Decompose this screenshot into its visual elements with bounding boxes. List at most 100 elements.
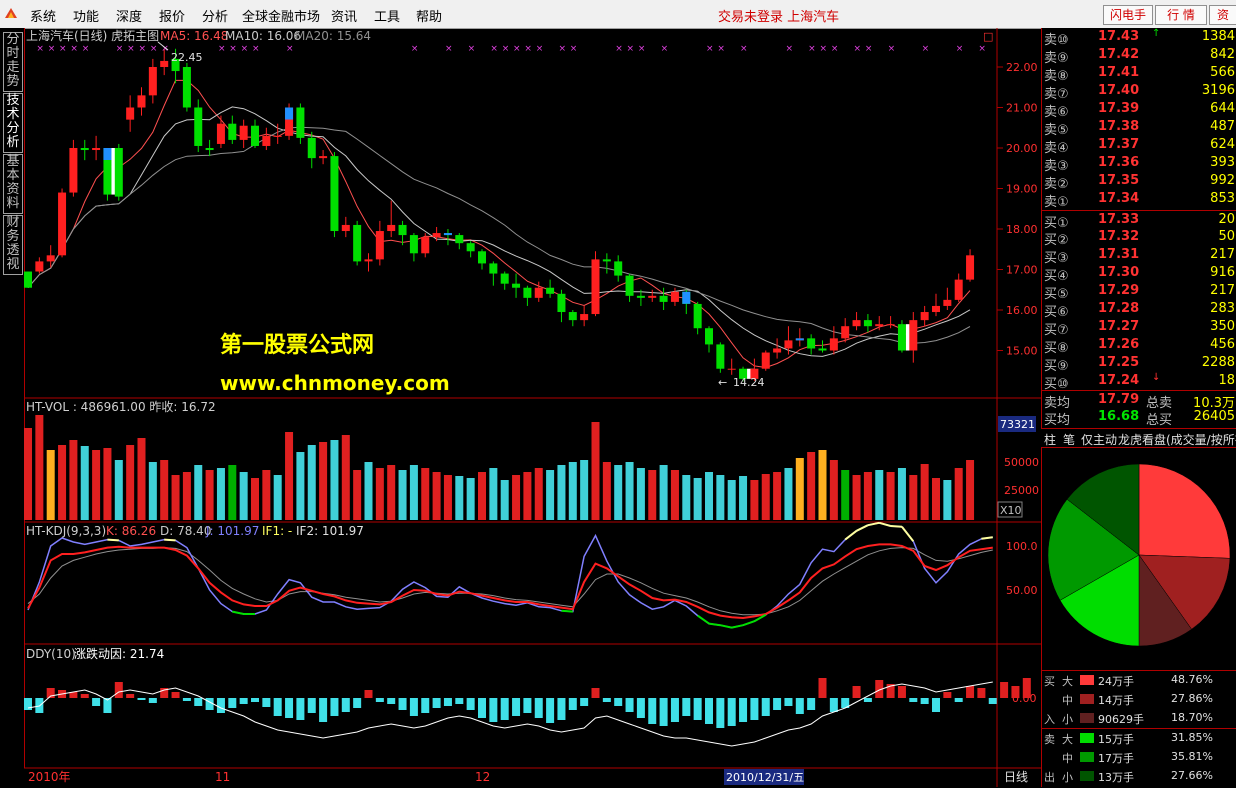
volume-bar <box>319 442 328 520</box>
candle-body <box>523 287 532 298</box>
flow-size-label: 小 <box>1062 713 1073 726</box>
ddy-bar <box>602 698 611 702</box>
ddy-bar <box>24 698 32 710</box>
candle-body <box>852 320 861 327</box>
volume-bar <box>160 460 169 520</box>
ddy-bar <box>909 698 918 702</box>
quote-button[interactable]: 行 情 <box>1155 5 1207 25</box>
buy-summary-row: 买均 16.68 总买 26405 <box>1042 408 1236 428</box>
login-status: 交易未登录 上海汽车 <box>718 10 840 25</box>
volume-tick-50000: 50000 <box>1004 456 1039 469</box>
candle-body <box>307 137 316 159</box>
ddy-bar <box>523 698 532 713</box>
menu-help[interactable]: 帮助 <box>416 6 442 25</box>
candle-body <box>24 271 32 288</box>
volume-bar <box>137 438 146 520</box>
candle-body <box>228 123 237 140</box>
price-tick-label: 18.00 <box>1006 223 1038 236</box>
signal-marker: × <box>956 44 964 54</box>
menu-news[interactable]: 资讯 <box>331 6 357 25</box>
buy-level-row[interactable]: 买⑨ 17.25 2288 <box>1042 354 1236 374</box>
menu-analysis[interactable]: 分析 <box>202 6 228 25</box>
kdj-j-extreme-segment <box>981 536 993 540</box>
ddy-bar <box>1000 682 1009 698</box>
sell-level-row[interactable]: 卖⑦ 17.40 3196 <box>1042 82 1236 102</box>
candle-body <box>148 67 157 96</box>
ddy-bar <box>455 698 464 704</box>
volume-bar <box>387 465 396 520</box>
sell-level-row[interactable]: 卖⑩ 17.43 ↑ 1384 <box>1042 28 1236 48</box>
buy-level-row[interactable]: 买④ 17.30 916 <box>1042 264 1236 284</box>
tab-active-only[interactable]: 仅主动 <box>1081 431 1117 448</box>
sell-level-row[interactable]: 卖① 17.34 853 <box>1042 190 1236 210</box>
buy-level-row[interactable]: 买⑤ 17.29 217 <box>1042 282 1236 302</box>
volume-bar <box>523 472 532 520</box>
flash-trade-button[interactable]: 闪电手 <box>1103 5 1153 25</box>
menu-quote[interactable]: 报价 <box>159 6 185 25</box>
sell-level-row[interactable]: 卖⑥ 17.39 644 <box>1042 100 1236 120</box>
volume-bar <box>375 468 384 520</box>
candle-body <box>920 312 929 321</box>
moving-average-lines <box>27 79 971 369</box>
chart-corner-button[interactable]: □ <box>983 30 993 43</box>
sell-level-row[interactable]: 卖⑨ 17.42 842 <box>1042 46 1236 66</box>
signal-marker: × <box>978 44 986 54</box>
menu-system[interactable]: 系统 <box>30 6 56 25</box>
tab-bar[interactable]: 柱 <box>1044 431 1056 448</box>
buy-level-row[interactable]: 买⑩ 17.24 ↓ 18 <box>1042 372 1236 392</box>
volume-bar <box>920 464 929 520</box>
signal-marker: × <box>808 44 816 54</box>
buy-level-row[interactable]: 买⑥ 17.28 283 <box>1042 300 1236 320</box>
candle-body <box>636 295 645 298</box>
ma5-line <box>27 79 971 369</box>
buy-level-row[interactable]: 买③ 17.31 217 <box>1042 246 1236 266</box>
watermark-url: www.chnmoney.com <box>220 371 450 395</box>
period-label[interactable]: 日线 <box>1004 770 1028 784</box>
candle-body <box>500 273 509 284</box>
buy-level-row[interactable]: 买⑦ 17.27 350 <box>1042 318 1236 338</box>
menu-function[interactable]: 功能 <box>73 6 99 25</box>
tab-dragon-tiger[interactable]: 龙虎看盘(成交量/按所有) <box>1118 431 1236 448</box>
ddy-bar <box>954 698 963 702</box>
candle-body <box>818 348 827 351</box>
sell-level-row[interactable]: 卖② 17.35 992 <box>1042 172 1236 192</box>
candle-body <box>409 235 418 254</box>
menu-global-markets[interactable]: 全球金融市场 <box>242 6 320 25</box>
candle-body <box>69 148 78 193</box>
info-button[interactable]: 资 <box>1209 5 1236 25</box>
flow-color-swatch <box>1080 713 1094 723</box>
candle-body <box>353 224 362 262</box>
volume-bar <box>636 468 645 520</box>
level-label: 卖① <box>1044 195 1069 210</box>
volume-bar <box>443 475 452 520</box>
volume-bar <box>648 470 657 520</box>
sell-level-row[interactable]: 卖④ 17.37 624 <box>1042 136 1236 156</box>
sell-level-row[interactable]: 卖⑧ 17.41 566 <box>1042 64 1236 84</box>
buy-level-row[interactable]: 买② 17.32 50 <box>1042 228 1236 248</box>
ddy-bar <box>863 698 872 702</box>
ddy-bar <box>432 698 441 708</box>
kdj-k-label: K: 86.26 <box>106 524 156 538</box>
buy-level-row[interactable]: 买① 17.33 20 <box>1042 210 1236 231</box>
volume-bar <box>818 450 827 520</box>
volume-bar <box>114 460 123 520</box>
sell-side-label: 出 <box>1044 771 1055 784</box>
menu-tools[interactable]: 工具 <box>374 6 400 25</box>
price-tick-label: 15.00 <box>1006 345 1038 358</box>
capital-flow-table: 买大 24万手 48.76% 中 14万手 27.86% 入小 90629手 18.70% 卖大 1… <box>1042 670 1236 788</box>
kdj-j-extreme-segment <box>878 521 891 527</box>
ddy-bar <box>739 698 748 722</box>
menu-depth[interactable]: 深度 <box>116 6 142 25</box>
buy-level-row[interactable]: 买⑧ 17.26 456 <box>1042 336 1236 356</box>
candle-body <box>421 237 430 254</box>
menu-bar: 系统 功能 深度 报价 分析 全球金融市场 资讯 工具 帮助 交易未登录 上海汽… <box>0 0 1236 29</box>
sell-level-row[interactable]: 卖⑤ 17.38 487 <box>1042 118 1236 138</box>
ddy-bar <box>988 698 997 704</box>
candle-body <box>614 261 623 276</box>
sell-level-row[interactable]: 卖③ 17.36 393 <box>1042 154 1236 174</box>
ddy-bar <box>966 686 975 698</box>
kdj-j-extreme-segment <box>107 538 119 542</box>
tab-stroke[interactable]: 笔 <box>1063 431 1075 448</box>
volume-bar <box>478 472 486 520</box>
stock-chart-area[interactable]: 上海汽车(日线) 虎拓主图 MA5: 16.48 MA10: 16.06 MA2… <box>0 28 1041 787</box>
